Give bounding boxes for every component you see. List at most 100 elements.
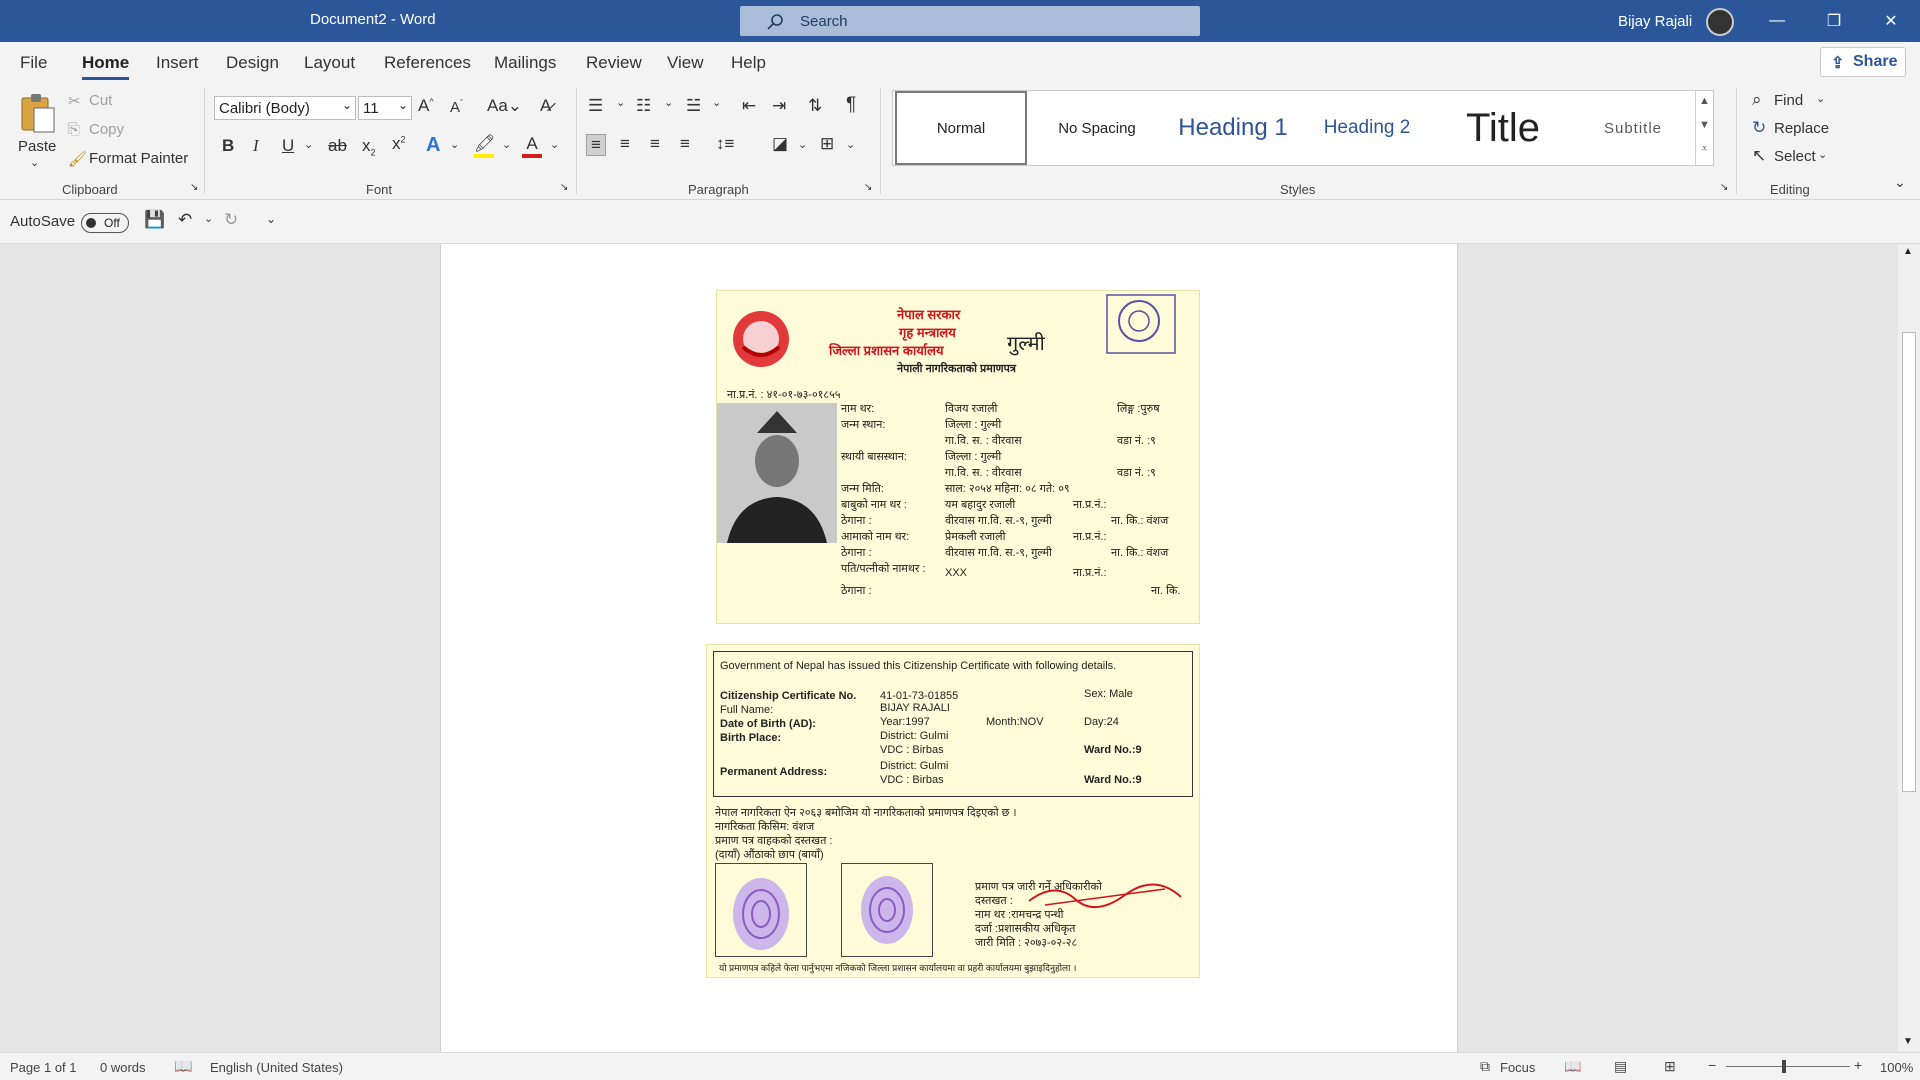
tab-review[interactable]: Review <box>586 53 642 73</box>
bold-icon[interactable]: B <box>222 136 234 156</box>
find-button[interactable]: Find <box>1774 92 1803 109</box>
sort-icon[interactable]: ⇅ <box>808 96 822 116</box>
tab-help[interactable]: Help <box>731 53 766 73</box>
zoom-level[interactable]: 100% <box>1880 1060 1913 1075</box>
web-layout-icon[interactable]: ⊞ <box>1664 1058 1676 1075</box>
word-count[interactable]: 0 words <box>100 1060 146 1075</box>
zoom-out-icon[interactable]: − <box>1708 1057 1716 1073</box>
chevron-down-icon[interactable]: ⌄ <box>1818 148 1827 161</box>
align-left-icon[interactable]: ≡ <box>586 134 606 156</box>
focus-button[interactable]: Focus <box>1500 1060 1535 1075</box>
tab-design[interactable]: Design <box>226 53 279 73</box>
italic-icon[interactable]: I <box>253 136 259 156</box>
dialog-launcher-icon[interactable]: ↘ <box>560 182 568 193</box>
shading-icon[interactable]: ◪ <box>772 134 788 154</box>
page-count[interactable]: Page 1 of 1 <box>10 1060 77 1075</box>
dialog-launcher-icon[interactable]: ↘ <box>864 182 872 193</box>
chevron-down-icon[interactable]: ⌄ <box>502 138 511 151</box>
replace-button[interactable]: Replace <box>1774 120 1829 137</box>
scroll-down-icon[interactable]: ▼ <box>1903 1036 1913 1047</box>
tab-home[interactable]: Home <box>82 53 130 80</box>
chevron-down-icon[interactable]: ⌄ <box>1816 92 1825 105</box>
style-heading-2[interactable]: Heading 2 <box>1301 91 1433 165</box>
chevron-down-icon[interactable]: ⌄ <box>550 138 559 151</box>
read-mode-icon[interactable]: 📖 <box>1564 1058 1581 1075</box>
styles-scroll[interactable]: ▲ ▼ ⩡ <box>1695 91 1713 165</box>
redo-icon[interactable]: ↻ <box>224 210 238 230</box>
justify-icon[interactable]: ≡ <box>680 134 690 154</box>
collapse-ribbon-icon[interactable]: ⌄ <box>1894 174 1906 191</box>
style-normal[interactable]: Normal <box>895 91 1027 165</box>
user-name[interactable]: Bijay Rajali <box>1618 13 1692 30</box>
save-icon[interactable]: 💾 <box>144 210 165 230</box>
chevron-down-icon[interactable]: ⌄ <box>846 138 855 151</box>
scroll-up-icon[interactable]: ▲ <box>1696 91 1713 115</box>
font-name-select[interactable]: Calibri (Body) ⌄ <box>214 96 356 120</box>
font-color-icon[interactable]: A <box>522 134 542 158</box>
clear-formatting-icon[interactable]: A̷ <box>540 96 551 116</box>
tab-insert[interactable]: Insert <box>156 53 199 73</box>
bullets-icon[interactable]: ☰ <box>588 96 603 116</box>
align-center-icon[interactable]: ≡ <box>620 134 630 154</box>
search-box[interactable]: Search <box>740 6 1200 36</box>
zoom-slider-thumb[interactable] <box>1782 1060 1786 1073</box>
avatar[interactable] <box>1706 8 1734 36</box>
chevron-down-icon[interactable]: ⌄ <box>204 212 213 225</box>
dialog-launcher-icon[interactable]: ↘ <box>190 182 198 193</box>
print-layout-icon[interactable]: ▤ <box>1614 1058 1627 1075</box>
scrollbar-thumb[interactable] <box>1902 332 1916 792</box>
increase-indent-icon[interactable]: ⇥ <box>772 96 786 116</box>
tab-layout[interactable]: Layout <box>304 53 355 73</box>
chevron-down-icon[interactable]: ⌄ <box>798 138 807 151</box>
chevron-down-icon[interactable]: ⌄ <box>304 138 313 151</box>
chevron-down-icon[interactable]: ⌄ <box>712 96 721 109</box>
tab-file[interactable]: File <box>20 53 47 73</box>
highlight-icon[interactable]: 🖍 <box>474 134 496 158</box>
grow-font-icon[interactable]: A^ <box>418 96 434 116</box>
style-no-spacing[interactable]: No Spacing <box>1031 91 1163 165</box>
strikethrough-icon[interactable]: ab <box>328 136 347 156</box>
decrease-indent-icon[interactable]: ⇤ <box>742 96 756 116</box>
multilevel-list-icon[interactable]: ☱ <box>686 96 701 116</box>
show-formatting-icon[interactable]: ¶ <box>846 94 856 116</box>
borders-icon[interactable]: ⊞ <box>820 134 834 154</box>
tab-view[interactable]: View <box>667 53 704 73</box>
customize-qat-icon[interactable]: ⌄ <box>266 212 276 226</box>
shrink-font-icon[interactable]: Aˇ <box>450 98 463 116</box>
zoom-in-icon[interactable]: + <box>1854 1057 1862 1073</box>
font-size-select[interactable]: 11 ⌄ <box>358 96 412 120</box>
chevron-down-icon[interactable]: ⌄ <box>616 96 625 109</box>
style-title[interactable]: Title <box>1433 91 1573 165</box>
chevron-down-icon[interactable]: ⌄ <box>664 96 673 109</box>
format-painter-button[interactable]: Format Painter <box>89 150 188 167</box>
scroll-up-icon[interactable]: ▲ <box>1903 246 1913 257</box>
select-button[interactable]: Select <box>1774 148 1816 165</box>
autosave-toggle[interactable]: Off <box>81 213 129 233</box>
zoom-slider[interactable] <box>1726 1066 1850 1067</box>
scroll-down-icon[interactable]: ▼ <box>1696 115 1713 139</box>
restore-button[interactable]: ❐ <box>1806 0 1862 42</box>
close-button[interactable]: ✕ <box>1863 0 1919 42</box>
share-button[interactable]: ⇪ Share <box>1820 47 1906 77</box>
chevron-down-icon[interactable]: ⌄ <box>450 138 459 151</box>
style-subtitle[interactable]: Subtitle <box>1573 91 1693 165</box>
line-spacing-icon[interactable]: ↕≡ <box>716 134 734 154</box>
vertical-scrollbar[interactable]: ▲ ▼ <box>1898 244 1920 1052</box>
proofing-icon[interactable]: 📖 <box>174 1057 193 1075</box>
cut-button[interactable]: Cut <box>89 92 112 109</box>
language[interactable]: English (United States) <box>210 1060 343 1075</box>
tab-mailings[interactable]: Mailings <box>494 53 556 73</box>
dialog-launcher-icon[interactable]: ↘ <box>1720 182 1728 193</box>
more-styles-icon[interactable]: ⩡ <box>1696 139 1713 163</box>
tab-references[interactable]: References <box>384 53 471 73</box>
style-heading-1[interactable]: Heading 1 <box>1165 91 1301 165</box>
subscript-icon[interactable]: x2 <box>362 136 376 157</box>
minimize-button[interactable]: — <box>1749 0 1805 42</box>
underline-icon[interactable]: U <box>282 136 294 156</box>
text-effects-icon[interactable]: A <box>426 134 440 157</box>
align-right-icon[interactable]: ≡ <box>650 134 660 154</box>
paste-button[interactable]: Paste ⌄ <box>14 88 58 174</box>
numbering-icon[interactable]: ☷ <box>636 96 651 116</box>
undo-icon[interactable]: ↶ <box>178 210 192 230</box>
superscript-icon[interactable]: x2 <box>392 134 406 154</box>
